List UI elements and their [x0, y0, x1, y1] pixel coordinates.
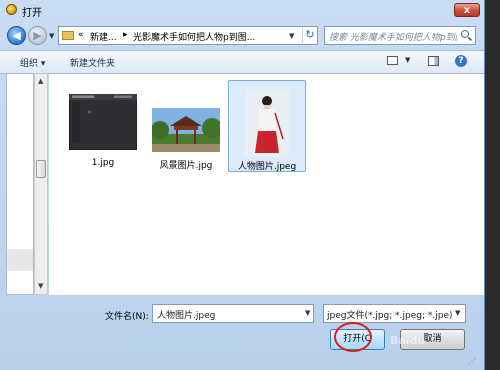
file-name: 人物图片.jpeg	[237, 162, 297, 172]
forward-button[interactable]: ▶	[28, 26, 47, 45]
recent-locations-dropdown-icon[interactable]: ▼	[49, 32, 54, 40]
navigation-pane[interactable]	[6, 73, 34, 295]
breadcrumb-current-folder[interactable]: 光影魔术手如何把人物p到图...	[133, 30, 255, 43]
command-bar: 组织 ▾ 新建文件夹 ▼ ?	[0, 50, 484, 74]
breadcrumb-separator[interactable]: ▸	[123, 30, 128, 40]
file-item-scenery[interactable]: 风景图片.jpg	[147, 80, 225, 172]
filename-value: 人物图片.jpeg	[157, 311, 216, 321]
navigation-pane-scrollbar[interactable]: ▲ ▼	[34, 73, 48, 295]
change-view-icon[interactable]	[387, 56, 398, 65]
address-bar[interactable]: « 新建... ▸ 光影魔术手如何把人物p到图... ▼ ↻	[58, 26, 318, 45]
filename-history-dropdown-icon[interactable]: ▼	[305, 309, 310, 317]
search-box[interactable]: 搜索 光影魔术手如何把人物p到图...	[324, 26, 476, 45]
image-thumbnail-person-icon	[245, 89, 289, 157]
scroll-down-icon[interactable]: ▼	[38, 282, 43, 290]
file-item-1jpg[interactable]: 1.jpg	[64, 80, 142, 172]
app-icon	[6, 4, 17, 15]
filename-input[interactable]: 人物图片.jpeg ▼	[152, 304, 314, 323]
image-thumbnail-dark-screenshot-icon	[69, 94, 137, 150]
filetype-dropdown-icon[interactable]: ▼	[455, 309, 460, 317]
open-file-dialog: 打开 x ◀ ▶ ▼ « 新建... ▸ 光影魔术手如何把人物p到图... ▼ …	[0, 0, 485, 370]
file-list: 1.jpg 风景图片.jpg 人物图片.jpeg	[49, 73, 484, 295]
highlight-circle-annotation	[334, 322, 372, 352]
preview-pane-icon[interactable]	[428, 56, 439, 66]
dialog-title: 打开	[22, 8, 42, 19]
back-button[interactable]: ◀	[7, 26, 26, 45]
filename-label: 文件名(N):	[105, 312, 149, 322]
navigation-bar: ◀ ▶ ▼ « 新建... ▸ 光影魔术手如何把人物p到图... ▼ ↻ 搜索 …	[0, 22, 484, 48]
navigation-pane-selected-item[interactable]	[7, 249, 33, 271]
file-name: 风景图片.jpg	[159, 161, 213, 171]
filetype-select[interactable]: jpeg文件(*.jpg; *.jpeg; *.jpe) ▼	[323, 304, 466, 323]
search-placeholder: 搜索 光影魔术手如何把人物p到图...	[329, 33, 457, 43]
scroll-up-icon[interactable]: ▲	[38, 77, 43, 85]
file-item-person-selected[interactable]: 人物图片.jpeg	[228, 80, 306, 172]
refresh-icon[interactable]: ↻	[302, 28, 317, 43]
filetype-value: jpeg文件(*.jpg; *.jpeg; *.jpe)	[327, 311, 452, 321]
image-thumbnail-pavilion-icon	[152, 108, 220, 152]
scroll-thumb[interactable]	[36, 160, 46, 178]
breadcrumb-overflow[interactable]: «	[78, 30, 84, 40]
search-icon[interactable]	[461, 30, 469, 38]
address-dropdown-icon[interactable]: ▼	[289, 32, 294, 40]
file-name: 1.jpg	[91, 158, 115, 168]
watermark: Baidu	[390, 334, 426, 347]
help-icon[interactable]: ?	[455, 55, 467, 67]
new-folder-button[interactable]: 新建文件夹	[70, 56, 115, 69]
folder-icon	[62, 31, 74, 40]
breadcrumb-new-folder[interactable]: 新建...	[90, 30, 117, 43]
close-button[interactable]: x	[454, 3, 480, 17]
organize-menu[interactable]: 组织 ▾	[20, 56, 45, 69]
dialog-footer: 文件名(N): 人物图片.jpeg ▼ jpeg文件(*.jpg; *.jpeg…	[0, 295, 484, 370]
resize-grip-icon[interactable]: ⋰	[468, 357, 476, 366]
view-options-dropdown-icon[interactable]: ▼	[405, 56, 410, 64]
title-bar: 打开 x	[0, 0, 484, 20]
